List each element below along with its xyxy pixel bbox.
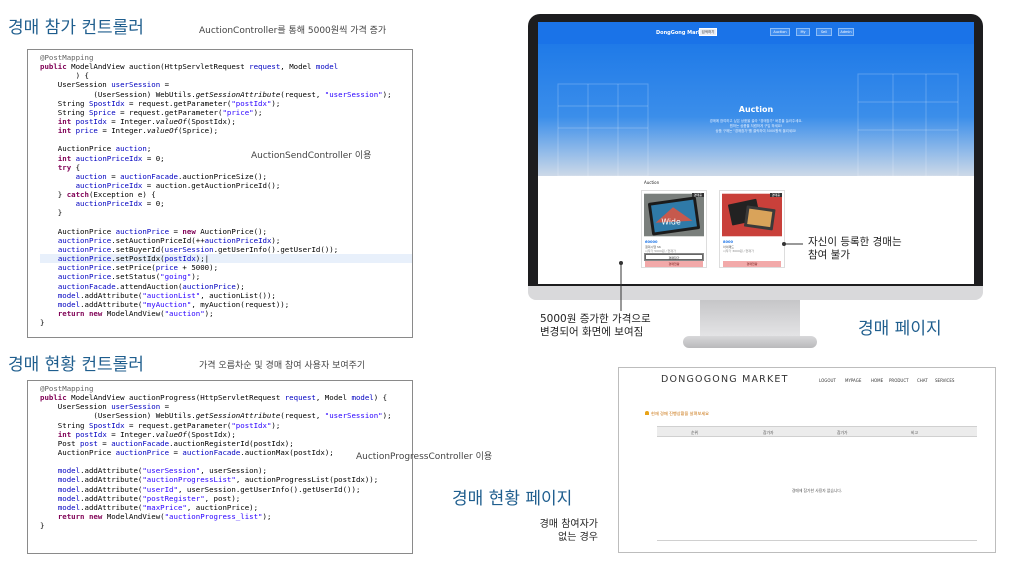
auction-card-1[interactable]: Wide 경매중 60000 갤럭시탭 S6 시작가 5000원 / 현재가 경… [641,190,707,268]
status-empty-message: 경매에 참가한 사용자 없습니다. [791,488,843,493]
card-1-price: 60000 [645,240,658,244]
menu-services[interactable]: SERVICES [935,378,954,383]
auction-navbar: DongGong Market 검색하기 Auction My Sell Adm… [538,22,974,44]
auction-section-label: Auction [644,180,660,185]
own-item-callout: 자신이 등록한 경매는 참여 불가 [808,236,902,261]
status-table-bottom-divider [657,540,977,541]
menu-product[interactable]: PRODUCT [889,378,909,383]
nav-my-button[interactable]: My [796,28,810,36]
auction-progress-subtitle: 가격 오름차순 및 경매 참여 사용자 보여주기 [199,361,366,371]
monitor-stand [700,300,800,340]
menu-logout[interactable]: LOGOUT [819,378,836,383]
card-1-auction-status-button[interactable]: 경매현황 [645,261,703,267]
status-brand[interactable]: DONGOGONG MARKET [661,374,789,385]
auction-progress-controller-note: AuctionProgressController 이용 [356,452,493,462]
nav-admin-button[interactable]: Admin [838,28,854,36]
auction-page-screen: DongGong Market 검색하기 Auction My Sell Adm… [538,22,974,284]
no-participants-callout: 경매 참여자가 없는 경우 [539,519,598,543]
card-1-desc: 시작가 5000원 / 현재가 [645,249,676,253]
auction-controller-subtitle: AuctionController를 통해 5000원씩 가격 증가 [199,26,387,36]
nav-auction-button[interactable]: Auction [770,28,790,36]
status-page-label: 경매 현황 페이지 [452,489,573,509]
menu-mypage[interactable]: MYPAGE [845,378,861,383]
auction-progress-code: @PostMapping public ModelAndView auctionP… [27,380,413,554]
auction-status-page: DONGOGONG MARKET LOGOUT MYPAGE HOME PROD… [618,367,996,553]
column-remark: 비고 [911,430,918,435]
menu-chat[interactable]: CHAT [917,378,928,383]
status-table-header: 순위 참가자 참가가 비고 [657,426,977,437]
monitor-chin [528,286,983,300]
nav-search-input[interactable]: 검색하기 [699,28,717,36]
svg-text:Wide: Wide [661,218,681,227]
card-2-price: 8000 [723,240,734,244]
auction-card-2[interactable]: 경매중 8000 아이패드 시작가 3000원 / 현재가 경매현황 [719,190,785,268]
card-1-status-badge: 경매중 [691,193,704,197]
auction-controller-code: @PostMapping public ModelAndView auction(… [27,49,413,338]
ipad-product-image [722,193,782,237]
column-bid: 참가가 [837,430,848,435]
menu-home[interactable]: HOME [871,378,883,383]
bell-icon [645,411,649,415]
price-up-callout: 5000원 증가한 가격으로 변경되어 화면에 보여짐 [540,313,651,338]
card-2-status-badge: 경매중 [769,193,782,197]
card-2-auction-status-button[interactable]: 경매현황 [723,261,781,267]
tablet-product-image: Wide [644,193,704,237]
column-rank: 순위 [691,430,698,435]
status-notice: 현재 경매 진행상황을 살펴보세요 [645,411,709,417]
status-notice-text: 현재 경매 진행상황을 살펴보세요 [651,411,709,416]
hero-title: Auction [738,105,774,114]
auction-page-label: 경매 페이지 [858,319,942,339]
card-1-join-auction-button[interactable]: 경매참가 [644,253,704,261]
card-2-desc: 시작가 3000원 / 현재가 [723,249,754,253]
auction-progress-title: 경매 현황 컨트롤러 [8,355,144,375]
auction-controller-title: 경매 참가 컨트롤러 [8,18,144,38]
monitor-stand-base [683,336,817,348]
auction-send-controller-note: AuctionSendController 이용 [251,151,372,161]
nav-sell-button[interactable]: Sell [816,28,832,36]
auction-code-body: @PostMapping public ModelAndView auction(… [28,50,412,327]
progress-code-body: @PostMapping public ModelAndView auctionP… [40,384,392,531]
hero-line-3: 상품 구매는 "경매참가"를 클릭하여 5000원씩 올리세요! [715,129,797,133]
column-participant: 참가자 [763,430,774,435]
